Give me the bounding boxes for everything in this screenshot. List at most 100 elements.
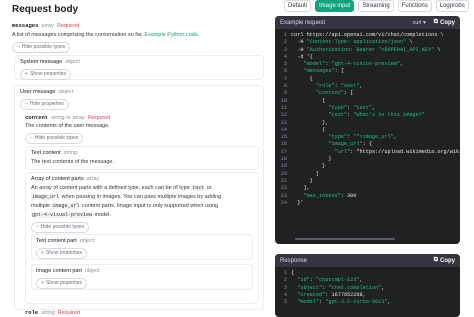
line-number: 15 [280,134,287,141]
type-name: Text content [31,150,61,156]
example-python-link[interactable]: Example Python code [144,32,198,38]
code-text: "created": 1677652288, [297,291,366,298]
code-text: "model": "gpt-3.5-turbo-0613", [297,299,391,306]
toggle-label: Hide possible types [34,135,79,141]
line-number: 6 [283,68,287,75]
line-number: 18 [280,156,287,163]
line-number: 5 [283,61,287,68]
code-text: "type": "text", [328,104,376,111]
code-text: ], [291,185,310,192]
line-number: 8 [283,83,287,90]
param-type: string [63,150,78,156]
code-line: 11 "type": "text", [275,105,460,112]
code-line: 24 }' [275,200,460,207]
code-line: 13 }, [275,120,460,127]
param-type: object [84,268,100,274]
param-role: role string Required [25,309,80,317]
code-line: 20 ] [275,171,460,178]
description-line-2: image_url when passing in images. You ca… [31,194,221,201]
line-number: 23 [280,192,287,199]
plus-icon: + [25,71,28,77]
copy-icon: ⧉ [433,19,438,25]
docs-pane: Request body messages array Required A lis… [0,0,268,317]
required-badge: Required [56,23,80,29]
line-number: 4 [283,53,287,60]
description-text: An array of content parts with a defined… [31,185,190,191]
toggle-label: Hide possible types [40,224,85,230]
inline-code: gpt-4-visual-preview [31,212,94,218]
text-content-part-header: Text content part object [36,238,94,245]
tab-image-input[interactable]: Image input [315,0,355,12]
line-number: 9 [283,90,287,97]
code-line: 4 "created": 1677652288, [275,292,460,299]
code-line: 12 "text": "What's in this image?" [275,112,460,119]
type-name: Image content part [36,268,82,274]
code-line: 1 curl https://api.openai.com/v1/chat/com… [275,32,460,39]
minus-icon: − [17,44,20,50]
code-text: { [291,75,313,82]
copy-icon: ⧉ [433,257,438,263]
tab-streaming[interactable]: Streaming [358,0,394,12]
param-type: object [58,89,74,95]
code-line: 2 -H "Content-Type: application/json" \ [275,39,460,46]
code-text: curl https://api.openai.com/v1/chat/comp… [291,32,444,38]
type-name: Text content part [36,238,77,244]
example-request-panel: Example request curl ▾ ⧉ Copy 1 curl https… [275,16,460,244]
copy-button[interactable]: ⧉ Copy [434,19,455,26]
param-type: string or array [51,115,86,121]
show-properties-toggle[interactable]: + Show properties [20,69,72,80]
code-text: "model": "gpt-4-vision-preview", [303,61,404,68]
code-text: "type": "">image_url", [328,134,397,141]
type-name: Array of content parts [31,176,84,182]
code-text: -d '{ [291,53,313,60]
toggle-label: Hide possible types [21,44,66,50]
hide-properties-toggle[interactable]: − Hide properties [20,99,69,110]
line-number: 14 [280,126,287,133]
line-number: 11 [280,104,287,111]
description-text: A list of messages comprising the conver… [12,32,143,38]
hide-possible-types-toggle[interactable]: − Hide possible types [31,222,90,233]
hide-possible-types-toggle[interactable]: − Hide possible types [25,133,84,144]
tab-functions[interactable]: Functions [397,0,432,12]
toggle-label: Hide properties [29,101,64,107]
param-type: array [86,176,100,182]
panel-title: Example request [280,19,326,26]
line-number: 2 [283,39,287,46]
example-tabs: Default Image input Streaming Functions … [284,0,469,12]
copy-button[interactable]: ⧉ Copy [434,257,455,264]
show-properties-toggle[interactable]: + Show properties [36,248,88,259]
code-line: 2 "id": "chatcmpl-123", [275,277,460,284]
line-number: 19 [280,163,287,170]
code-text: ] [291,170,320,177]
line-number: 1 [283,270,287,276]
minus-icon: − [30,135,33,141]
code-text: }' [291,199,304,206]
minus-icon: − [36,224,39,230]
tab-default[interactable]: Default [284,0,312,12]
code-line: 18 } [275,156,460,163]
copy-label: Copy [440,19,455,26]
description-text: multiple [31,203,50,209]
line-number: 12 [280,112,287,119]
code-line: 5 "model": "gpt-3.5-turbo-0613", [275,299,460,306]
code-line: 14 { [275,127,460,134]
code-line: 3 -H "Authorization: Bearer ">$OPENAI_AP… [275,47,460,54]
code-text: "id": "chatcmpl-123", [297,277,363,284]
show-properties-toggle[interactable]: + Show properties [36,278,88,289]
line-number: 22 [280,185,287,192]
description-suffix: . [197,32,200,38]
code-line: 4 -d '{ [275,54,460,61]
horizontal-scrollbar[interactable] [295,238,395,240]
language-select[interactable]: curl ▾ [413,20,426,26]
tab-logprobs[interactable]: Logprobs [435,0,469,12]
param-type: object [79,238,95,244]
param-content: content string or array Required [25,114,110,122]
type-name: System message [20,59,63,65]
param-description: The contents of the user message. [25,123,110,129]
code-line: 15 "type": "">image_url", [275,134,460,141]
code-line: 17 "url": "https://upload.wikimedia.org/… [275,149,460,156]
code-line: 3 "object": "chat.completion", [275,285,460,292]
code-text: "image_url": { [328,141,372,148]
hide-possible-types-toggle[interactable]: − Hide possible types [12,42,71,53]
code-text: "text": "What's in this image?" [328,112,425,119]
